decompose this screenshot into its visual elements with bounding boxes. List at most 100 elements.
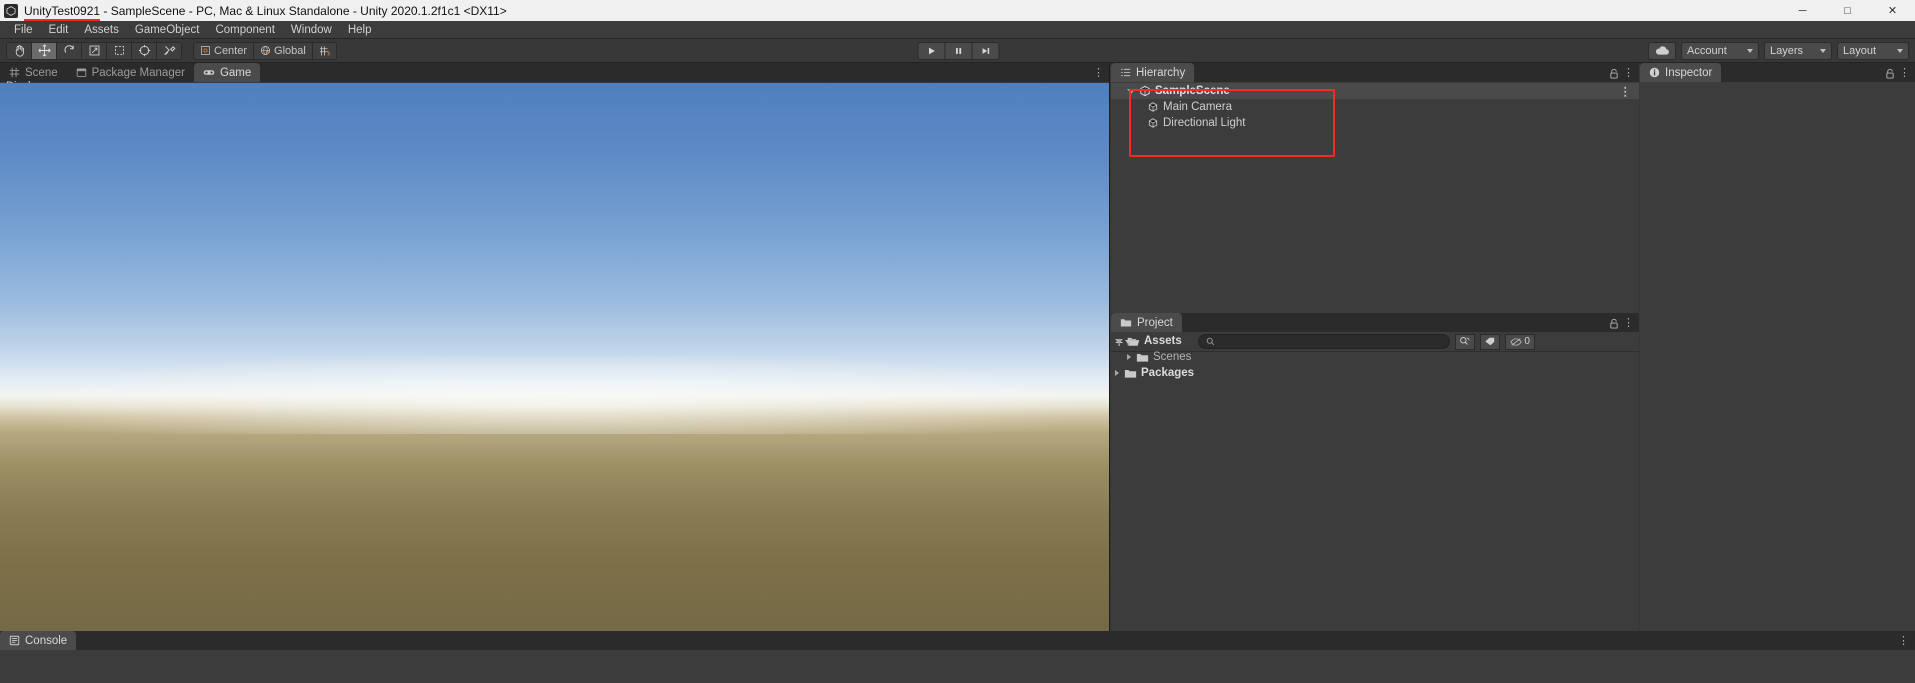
project-row-assets[interactable]: Assets — [1111, 333, 1639, 349]
hierarchy-row-label: Main Camera — [1163, 101, 1233, 113]
play-button[interactable] — [917, 41, 945, 60]
folder-icon — [1136, 352, 1149, 363]
hierarchy-row-label: SampleScene — [1155, 85, 1230, 97]
menu-edit[interactable]: Edit — [41, 21, 77, 39]
hierarchy-tabbar: Hierarchy ⋮ — [1111, 63, 1639, 82]
game-panel-tabbar: Scene Package Manager Game ⋮ — [0, 63, 1109, 82]
folder-icon — [1120, 319, 1132, 327]
unity-editor-window: UnityTest0921 - SampleScene - PC, Mac & … — [0, 0, 1915, 683]
tab-game-label: Game — [219, 66, 252, 79]
console-log-area[interactable] — [0, 651, 1915, 683]
handle-rotation-label: Global — [274, 44, 306, 57]
project-tabbar: Project ⋮ — [1111, 313, 1639, 332]
hierarchy-row-main-camera[interactable]: Main Camera — [1111, 99, 1639, 115]
tab-hierarchy[interactable]: Hierarchy — [1111, 63, 1195, 82]
expand-triangle-icon[interactable] — [1127, 354, 1131, 360]
tab-package-manager[interactable]: Package Manager — [66, 63, 194, 82]
lock-icon[interactable] — [1609, 318, 1619, 329]
inspector-content — [1640, 82, 1915, 631]
expand-triangle-icon[interactable] — [1115, 338, 1123, 344]
pivot-mode-button[interactable]: Center — [193, 41, 255, 60]
grid-snapping-button[interactable] — [311, 41, 337, 60]
lock-icon[interactable] — [1885, 68, 1895, 79]
project-row-label: Assets — [1144, 335, 1182, 347]
cloud-services-button[interactable] — [1648, 41, 1676, 60]
project-menu-icon[interactable]: ⋮ — [1623, 316, 1634, 329]
hierarchy-tree: SampleScene ⋮ Main Camera Directional Li… — [1111, 83, 1639, 313]
project-row-label: Packages — [1141, 367, 1195, 379]
account-label: Account — [1687, 44, 1727, 57]
move-tool-button[interactable] — [31, 41, 57, 60]
game-panel: Scene Package Manager Game ⋮ Display 1 — [0, 63, 1110, 631]
tab-game[interactable]: Game — [193, 63, 261, 82]
editor-workspace: Scene Package Manager Game ⋮ Display 1 — [0, 63, 1915, 683]
layers-label: Layers — [1770, 44, 1804, 57]
project-row-scenes[interactable]: Scenes — [1111, 349, 1639, 365]
hierarchy-panel: Hierarchy ⋮ + All — [1111, 63, 1639, 313]
window-title: UnityTest0921 - SampleScene - PC, Mac & … — [24, 4, 507, 18]
pivot-handle-group: Center Global — [193, 41, 337, 60]
tab-scene-label: Scene — [25, 66, 58, 79]
layout-label: Layout — [1843, 44, 1877, 57]
project-panel: Project ⋮ + 0 Assets Scenes Packages — [1111, 313, 1639, 631]
maximize-button[interactable]: □ — [1825, 0, 1870, 21]
project-row-packages[interactable]: Packages — [1111, 365, 1639, 381]
console-tabbar: Console ⋮ — [0, 631, 1915, 650]
transform-tool-button[interactable] — [131, 41, 157, 60]
layers-dropdown[interactable]: Layers — [1764, 41, 1832, 60]
pivot-mode-label: Center — [214, 44, 248, 57]
tab-project[interactable]: Project — [1111, 313, 1182, 332]
rotate-tool-button[interactable] — [56, 41, 82, 60]
menu-gameobject[interactable]: GameObject — [127, 21, 208, 39]
console-menu-icon[interactable]: ⋮ — [1898, 634, 1909, 647]
game-render-area[interactable] — [0, 83, 1109, 631]
expand-triangle-icon[interactable] — [1127, 88, 1135, 94]
chevron-down-icon — [1820, 48, 1826, 53]
tab-inspector[interactable]: Inspector — [1640, 63, 1722, 82]
game-panel-menu-icon[interactable]: ⋮ — [1093, 66, 1104, 79]
playback-controls — [917, 41, 999, 60]
tab-project-label: Project — [1137, 316, 1173, 329]
menu-window[interactable]: Window — [283, 21, 340, 39]
expand-triangle-icon[interactable] — [1115, 370, 1119, 376]
account-dropdown[interactable]: Account — [1681, 41, 1759, 60]
inspector-tabbar: Inspector ⋮ — [1640, 63, 1915, 82]
handle-rotation-button[interactable]: Global — [253, 41, 313, 60]
scene-icon — [1139, 85, 1151, 97]
pause-button[interactable] — [944, 41, 972, 60]
tab-inspector-label: Inspector — [1665, 66, 1713, 79]
scene-context-menu-icon[interactable]: ⋮ — [1620, 84, 1632, 98]
custom-tool-button[interactable] — [156, 41, 182, 60]
step-button[interactable] — [971, 41, 999, 60]
package-icon — [76, 68, 86, 77]
menu-component[interactable]: Component — [207, 21, 282, 39]
hierarchy-row-directional-light[interactable]: Directional Light — [1111, 115, 1639, 131]
close-button[interactable]: ✕ — [1870, 0, 1915, 21]
tab-console[interactable]: Console — [0, 631, 77, 650]
menu-help[interactable]: Help — [340, 21, 380, 39]
tab-console-label: Console — [25, 634, 68, 647]
window-title-rest: - SampleScene - PC, Mac & Linux Standalo… — [100, 3, 507, 18]
project-tree: Assets Scenes Packages — [1111, 333, 1639, 631]
chevron-down-icon — [1747, 48, 1753, 53]
menu-file[interactable]: File — [6, 21, 41, 39]
hand-tool-button[interactable] — [6, 41, 32, 60]
hierarchy-row-samplescene[interactable]: SampleScene ⋮ — [1111, 83, 1639, 99]
layout-dropdown[interactable]: Layout — [1837, 41, 1909, 60]
hierarchy-menu-icon[interactable]: ⋮ — [1623, 66, 1634, 79]
minimize-button[interactable]: ─ — [1780, 0, 1825, 21]
main-toolbar: Center Global Account Layers Layout — [0, 39, 1915, 63]
console-icon — [9, 635, 20, 646]
window-controls: ─ □ ✕ — [1780, 0, 1915, 21]
menu-assets[interactable]: Assets — [76, 21, 127, 39]
scale-tool-button[interactable] — [81, 41, 107, 60]
project-row-label: Scenes — [1153, 351, 1192, 363]
rect-tool-button[interactable] — [106, 41, 132, 60]
lock-icon[interactable] — [1609, 68, 1619, 79]
gameobject-icon — [1147, 101, 1159, 113]
inspector-menu-icon[interactable]: ⋮ — [1899, 66, 1910, 79]
transform-tools-group — [6, 41, 182, 60]
horizon-glow — [0, 357, 1109, 434]
project-name-highlighted: UnityTest0921 — [24, 3, 101, 18]
toolbar-right-group: Account Layers Layout — [1648, 41, 1909, 60]
